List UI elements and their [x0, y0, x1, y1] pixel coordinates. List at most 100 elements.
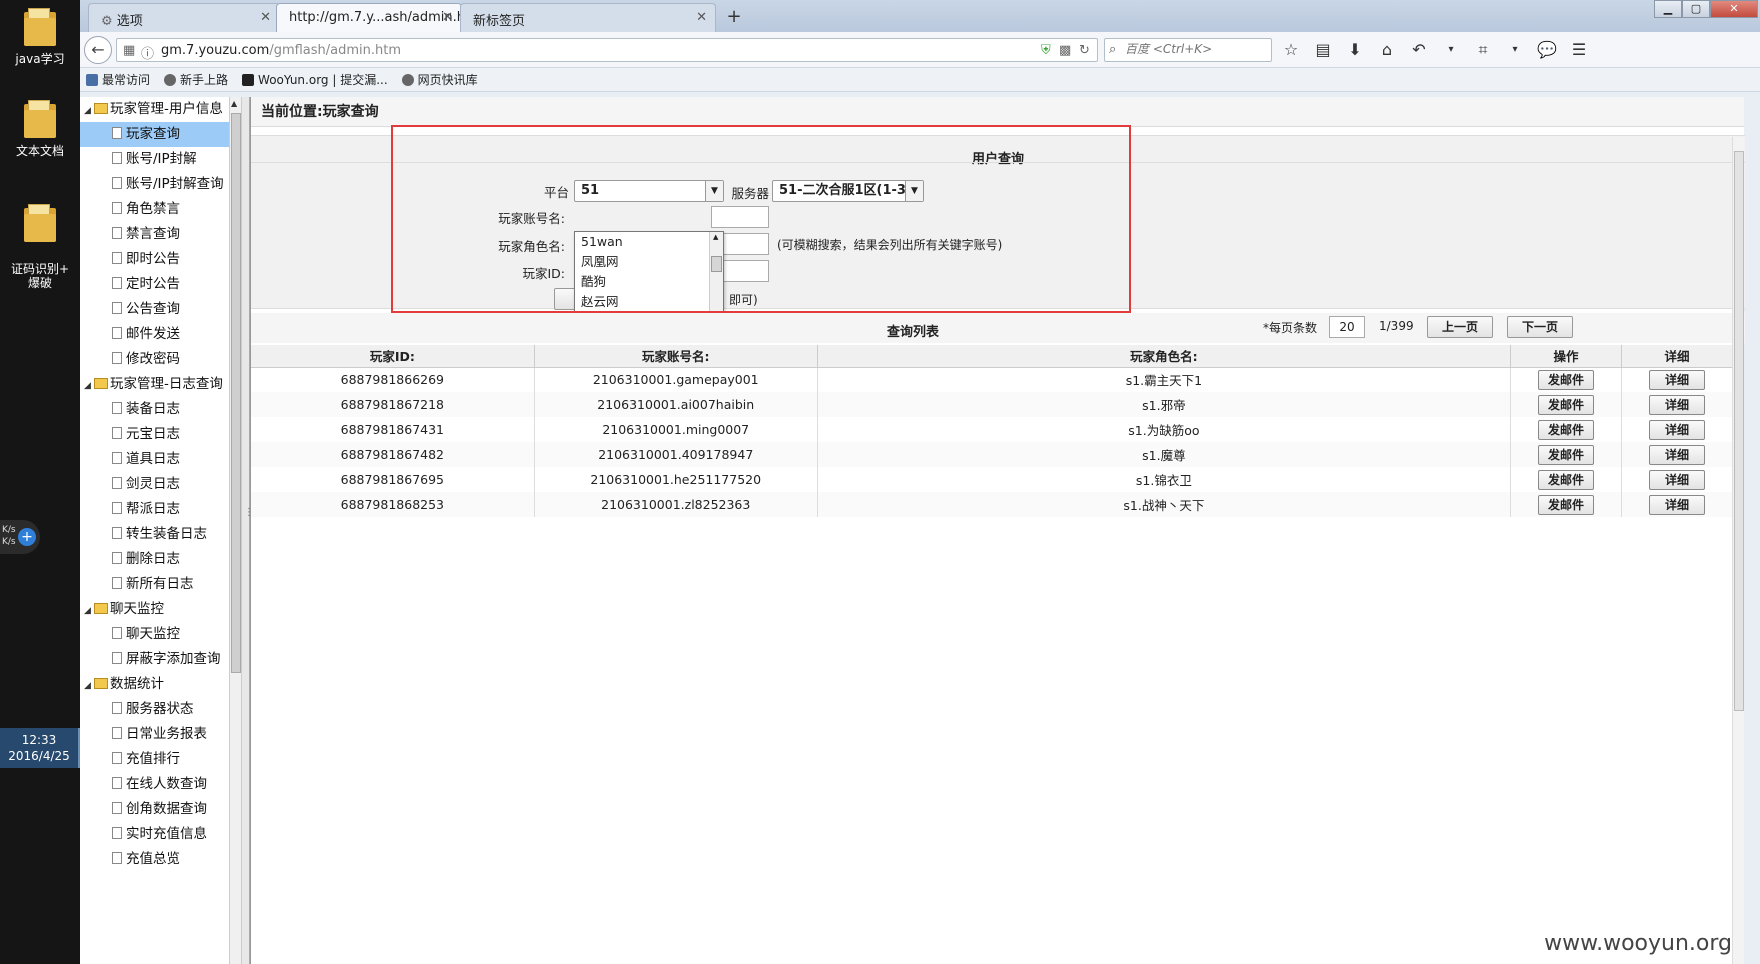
window-close-button[interactable]: ✕: [1710, 0, 1758, 18]
star-icon[interactable]: ☆: [1280, 38, 1302, 62]
detail-button[interactable]: 详细: [1648, 419, 1705, 440]
detail-button[interactable]: 详细: [1648, 394, 1705, 415]
prev-page-button[interactable]: 上一页: [1427, 316, 1493, 338]
tree-item[interactable]: 新所有日志: [80, 572, 229, 597]
chat-icon[interactable]: 💬: [1536, 38, 1558, 62]
tree-item[interactable]: 修改密码: [80, 347, 229, 372]
detail-button[interactable]: 详细: [1648, 494, 1705, 515]
send-mail-button[interactable]: 发邮件: [1537, 369, 1594, 390]
search-input[interactable]: [1125, 42, 1265, 56]
shield-icon[interactable]: ⛨: [1041, 43, 1051, 58]
bookmark-item[interactable]: WooYun.org | 提交漏...: [242, 71, 388, 88]
dropdown-option[interactable]: 51wan: [575, 232, 723, 252]
send-mail-button[interactable]: 发邮件: [1537, 444, 1594, 465]
tree-folder[interactable]: ◢ 玩家管理-日志查询: [80, 372, 229, 397]
main-scrollbar[interactable]: [1732, 137, 1744, 964]
detail-button[interactable]: 详细: [1648, 369, 1705, 390]
tree-folder[interactable]: ◢ 聊天监控: [80, 597, 229, 622]
scroll-up-icon[interactable]: ▲: [713, 233, 718, 241]
dropdown-option[interactable]: 酷狗: [575, 272, 723, 292]
close-icon[interactable]: ✕: [696, 10, 707, 25]
bookmark-item[interactable]: 最常访问: [86, 71, 150, 88]
reload-icon[interactable]: ↻: [1079, 43, 1090, 58]
undo-icon[interactable]: ↶: [1408, 38, 1430, 62]
tree-item[interactable]: 实时充值信息: [80, 822, 229, 847]
tab-options[interactable]: ⚙ 选项 ✕: [88, 3, 280, 32]
chevron-down-icon[interactable]: ▼: [905, 181, 923, 201]
tree-item[interactable]: 删除日志: [80, 547, 229, 572]
tree-scrollbar[interactable]: ▲: [230, 97, 242, 964]
per-page-input[interactable]: 20: [1329, 316, 1365, 338]
tree-item[interactable]: 聊天监控: [80, 622, 229, 647]
tree-item[interactable]: 转生装备日志: [80, 522, 229, 547]
taskbar-clock[interactable]: 12:33 2016/4/25: [0, 728, 80, 768]
tree-item[interactable]: 帮派日志: [80, 497, 229, 522]
chevron-down-icon[interactable]: ▾: [1504, 38, 1526, 62]
scroll-thumb[interactable]: [711, 256, 722, 272]
send-mail-button[interactable]: 发邮件: [1537, 394, 1594, 415]
desktop-folder-docs[interactable]: 文本文档: [0, 100, 80, 158]
scroll-up-icon[interactable]: ▲: [231, 99, 237, 108]
tab-newtab[interactable]: 新标签页 ✕: [460, 3, 716, 32]
plus-icon[interactable]: +: [18, 528, 36, 546]
expand-arrow-icon[interactable]: ◢: [84, 674, 94, 699]
tree-item[interactable]: 日常业务报表: [80, 722, 229, 747]
tree-item[interactable]: 在线人数查询: [80, 772, 229, 797]
account-input[interactable]: [711, 206, 769, 228]
server-select[interactable]: 51-二次合服1区(1-3 ▼: [772, 180, 924, 202]
minimize-button[interactable]: ▁: [1654, 0, 1682, 18]
bookmark-item[interactable]: 新手上路: [164, 71, 228, 88]
frame-splitter[interactable]: ⋮: [242, 97, 254, 964]
tree-item[interactable]: 禁言查询: [80, 222, 229, 247]
info-icon[interactable]: ⓘ: [141, 43, 154, 62]
tree-item[interactable]: 公告查询: [80, 297, 229, 322]
close-icon[interactable]: ✕: [260, 10, 271, 25]
tree-item[interactable]: 即时公告: [80, 247, 229, 272]
expand-arrow-icon[interactable]: ◢: [84, 599, 94, 624]
tree-item[interactable]: 充值总览: [80, 847, 229, 872]
send-mail-button[interactable]: 发邮件: [1537, 469, 1594, 490]
tree-item[interactable]: 创角数据查询: [80, 797, 229, 822]
crop-icon[interactable]: ⌗: [1472, 38, 1494, 62]
next-page-button[interactable]: 下一页: [1507, 316, 1573, 338]
back-button[interactable]: ←: [84, 36, 112, 64]
tree-folder[interactable]: ◢ 数据统计: [80, 672, 229, 697]
qr-icon[interactable]: ▩: [1059, 43, 1071, 58]
detail-button[interactable]: 详细: [1648, 469, 1705, 490]
desktop-folder-captcha[interactable]: 证码识别+ 爆破: [0, 190, 80, 290]
search-box[interactable]: ⌕: [1104, 38, 1272, 62]
tree-item[interactable]: 定时公告: [80, 272, 229, 297]
tree-item[interactable]: 屏蔽字添加查询: [80, 647, 229, 672]
expand-arrow-icon[interactable]: ◢: [84, 99, 94, 124]
dropdown-option[interactable]: 赵云网: [575, 292, 723, 312]
tab-admin[interactable]: http://gm.7.y...ash/admin.htm ✕: [276, 3, 483, 32]
tree-item[interactable]: 账号/IP封解: [80, 147, 229, 172]
tree-item[interactable]: 账号/IP封解查询: [80, 172, 229, 197]
tree-item[interactable]: 道具日志: [80, 447, 229, 472]
url-bar[interactable]: ▦ ⓘ gm.7.youzu.com/gmflash/admin.htm ⛨ ▩…: [116, 38, 1098, 62]
menu-icon[interactable]: ☰: [1568, 38, 1590, 62]
net-speed-widget[interactable]: K/s K/s +: [0, 520, 40, 554]
tree-item[interactable]: 玩家查询: [80, 122, 229, 147]
bookmark-item[interactable]: 网页快讯库: [401, 71, 478, 88]
desktop-folder-java[interactable]: java学习: [0, 8, 80, 66]
scroll-thumb[interactable]: [231, 113, 241, 673]
reader-icon[interactable]: ▤: [1312, 38, 1334, 62]
close-icon[interactable]: ✕: [442, 10, 453, 25]
new-tab-button[interactable]: +: [720, 4, 748, 30]
tree-item[interactable]: 角色禁言: [80, 197, 229, 222]
tree-folder[interactable]: ◢ 玩家管理-用户信息: [80, 97, 229, 122]
download-icon[interactable]: ⬇: [1344, 38, 1366, 62]
send-mail-button[interactable]: 发邮件: [1537, 494, 1594, 515]
send-mail-button[interactable]: 发邮件: [1537, 419, 1594, 440]
home-icon[interactable]: ⌂: [1376, 38, 1398, 62]
chevron-down-icon[interactable]: ▾: [1440, 38, 1462, 62]
maximize-button[interactable]: ▢: [1682, 0, 1710, 18]
tree-item[interactable]: 服务器状态: [80, 697, 229, 722]
scroll-thumb[interactable]: [1734, 151, 1744, 711]
tree-item[interactable]: 剑灵日志: [80, 472, 229, 497]
tree-item[interactable]: 邮件发送: [80, 322, 229, 347]
tree-item[interactable]: 元宝日志: [80, 422, 229, 447]
tree-item[interactable]: 装备日志: [80, 397, 229, 422]
detail-button[interactable]: 详细: [1648, 444, 1705, 465]
